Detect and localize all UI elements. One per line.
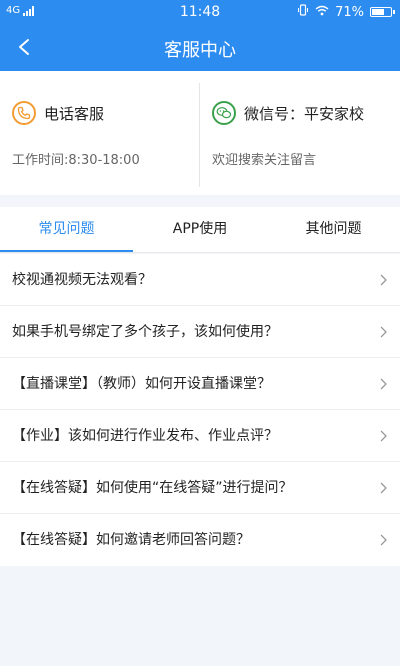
status-bar: 4G 11:48 71%: [0, 0, 400, 24]
phone-support-title: 电话客服: [44, 104, 105, 123]
wechat-id-title: 微信号：平安家校: [244, 104, 365, 123]
tab-app-usage[interactable]: APP使用: [133, 207, 267, 252]
tab-label: 其他问题: [305, 221, 362, 237]
battery-icon: [370, 7, 395, 17]
faq-item[interactable]: 【在线答疑】如何邀请老师回答问题？: [0, 514, 400, 566]
faq-list: 校视通视频无法观看？ 如果手机号绑定了多个孩子，该如何使用？ 【直播课堂】（教师…: [0, 254, 400, 566]
faq-question: 如果手机号绑定了多个孩子，该如何使用？: [12, 324, 278, 340]
faq-item[interactable]: 如果手机号绑定了多个孩子，该如何使用？: [0, 306, 400, 358]
phone-support[interactable]: 电话客服 工作时间:8:30-18:00: [0, 71, 199, 195]
status-right: 71%: [297, 4, 395, 20]
chevron-right-icon: [380, 534, 387, 546]
faq-item[interactable]: 【直播课堂】（教师）如何开设直播课堂？: [0, 358, 400, 410]
contact-panel: 电话客服 工作时间:8:30-18:00 微信号：平安家校 欢迎搜索关注留言: [0, 71, 400, 195]
faq-question: 校视通视频无法观看？: [12, 272, 152, 288]
tab-label: APP使用: [172, 221, 228, 237]
battery-percent: 71%: [335, 4, 364, 20]
chevron-right-icon: [380, 326, 387, 338]
tab-faq[interactable]: 常见问题: [0, 207, 133, 252]
vibrate-icon: [297, 4, 309, 20]
category-tabs: 常见问题 APP使用 其他问题: [0, 207, 400, 253]
tab-active-indicator: [0, 250, 133, 252]
wechat-icon: [212, 101, 236, 125]
faq-question: 【在线答疑】如何邀请老师回答问题？: [12, 532, 250, 548]
nav-bar: 客服中心: [0, 24, 400, 71]
faq-question: 【作业】该如何进行作业发布、作业点评？: [12, 428, 278, 444]
wifi-icon: [315, 5, 329, 20]
tab-label: 常见问题: [38, 221, 95, 237]
wechat-support[interactable]: 微信号：平安家校 欢迎搜索关注留言: [200, 71, 400, 195]
faq-question: 【直播课堂】（教师）如何开设直播课堂？: [12, 376, 271, 392]
phone-icon: [12, 101, 36, 125]
page-title: 客服中心: [164, 40, 236, 61]
chevron-right-icon: [380, 482, 387, 494]
faq-question: 【在线答疑】如何使用“在线答疑”进行提问？: [12, 480, 293, 496]
chevron-right-icon: [380, 274, 387, 286]
faq-item[interactable]: 【作业】该如何进行作业发布、作业点评？: [0, 410, 400, 462]
tab-other[interactable]: 其他问题: [267, 207, 400, 252]
chevron-right-icon: [380, 378, 387, 390]
wechat-subtitle: 欢迎搜索关注留言: [212, 153, 317, 168]
faq-item[interactable]: 校视通视频无法观看？: [0, 254, 400, 306]
work-hours: 工作时间:8:30-18:00: [12, 153, 140, 168]
chevron-right-icon: [380, 430, 387, 442]
faq-item[interactable]: 【在线答疑】如何使用“在线答疑”进行提问？: [0, 462, 400, 514]
